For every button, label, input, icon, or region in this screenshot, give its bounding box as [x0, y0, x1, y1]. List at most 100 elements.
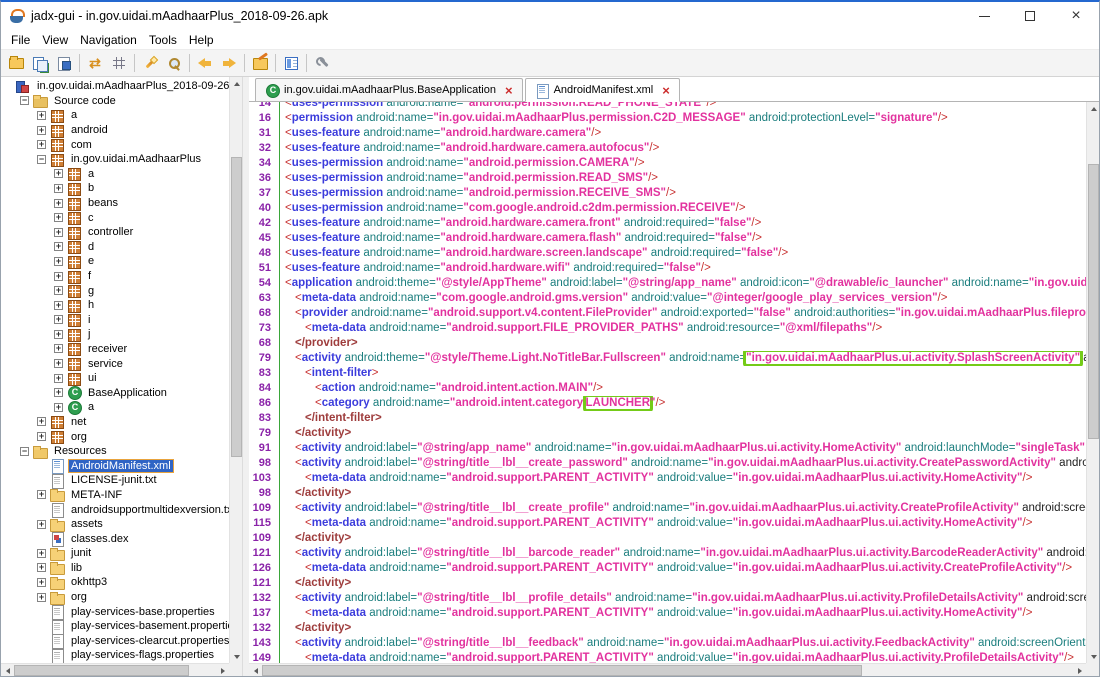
code-line[interactable]: 121</activity>: [249, 576, 1086, 591]
code-line[interactable]: 109<activity android:label="@string/titl…: [249, 501, 1086, 516]
code-viewport[interactable]: 14<uses-permission android:name="android…: [249, 102, 1086, 663]
tree-item-i[interactable]: +i: [1, 313, 229, 328]
tree-expander-expand-icon[interactable]: +: [37, 432, 46, 441]
scroll-down-arrow[interactable]: [230, 650, 243, 663]
tree-item-org[interactable]: +org: [1, 429, 229, 444]
code-line[interactable]: 83</intent-filter>: [249, 411, 1086, 426]
code-line[interactable]: 37<uses-permission android:name="android…: [249, 186, 1086, 201]
tree-expander-expand-icon[interactable]: +: [54, 228, 63, 237]
menu-item-navigation[interactable]: Navigation: [74, 31, 143, 49]
tree-item-com[interactable]: +com: [1, 137, 229, 152]
tree-item-d[interactable]: +d: [1, 240, 229, 255]
code-line[interactable]: 45<uses-feature android:name="android.ha…: [249, 231, 1086, 246]
tree-horizontal-scrollbar[interactable]: [1, 663, 229, 676]
tree-item-service[interactable]: +service: [1, 356, 229, 371]
menu-item-file[interactable]: File: [5, 31, 36, 49]
export-button[interactable]: [52, 52, 76, 75]
code-line[interactable]: 16<permission android:name="in.gov.uidai…: [249, 111, 1086, 126]
scrollbar-thumb[interactable]: [14, 665, 189, 676]
maximize-button[interactable]: [1007, 2, 1053, 30]
tree-item-okhttp3[interactable]: +okhttp3: [1, 575, 229, 590]
code-line[interactable]: 79<activity android:theme="@style/Theme.…: [249, 351, 1086, 366]
tab-in-gov-uidai-maadhaarplus-baseapplication[interactable]: in.gov.uidai.mAadhaarPlus.BaseApplicatio…: [255, 78, 523, 101]
code-line[interactable]: 73<meta-data android:name="android.suppo…: [249, 321, 1086, 336]
tree-expander-collapse-icon[interactable]: −: [20, 447, 29, 456]
code-line[interactable]: 79</activity>: [249, 426, 1086, 441]
tree-item-assets[interactable]: +assets: [1, 517, 229, 532]
scroll-up-arrow[interactable]: [1087, 102, 1100, 115]
tree-expander-collapse-icon[interactable]: −: [20, 96, 29, 105]
scroll-down-arrow[interactable]: [1087, 650, 1100, 663]
tree-expander-expand-icon[interactable]: +: [37, 578, 46, 587]
tree-item-beans[interactable]: +beans: [1, 196, 229, 211]
tree-item-c[interactable]: +c: [1, 210, 229, 225]
tree-item-androidsupportmultidexversion-txt[interactable]: androidsupportmultidexversion.txt: [1, 502, 229, 517]
tree-expander-expand-icon[interactable]: +: [54, 330, 63, 339]
tree-item-play-services-flags-properties[interactable]: play-services-flags.properties: [1, 648, 229, 663]
scrollbar-thumb[interactable]: [262, 665, 862, 676]
menu-item-tools[interactable]: Tools: [143, 31, 183, 49]
tree-item-play-services-clearcut-properties[interactable]: play-services-clearcut.properties: [1, 634, 229, 649]
tree-item-source-code[interactable]: −Source code: [1, 94, 229, 109]
code-line[interactable]: 83<intent-filter>: [249, 366, 1086, 381]
scroll-left-arrow[interactable]: [249, 664, 262, 677]
code-line[interactable]: 143<activity android:label="@string/titl…: [249, 636, 1086, 651]
code-line[interactable]: 149<meta-data android:name="android.supp…: [249, 651, 1086, 663]
tree-expander-expand-icon[interactable]: +: [54, 388, 63, 397]
editor-vertical-scrollbar[interactable]: [1086, 102, 1099, 663]
code-line[interactable]: 86<category android:name="android.intent…: [249, 396, 1086, 411]
tree-expander-expand-icon[interactable]: +: [54, 344, 63, 353]
code-line[interactable]: 132<activity android:label="@string/titl…: [249, 591, 1086, 606]
tree-item-net[interactable]: +net: [1, 415, 229, 430]
sync-button[interactable]: ⇄: [83, 52, 107, 75]
scroll-right-arrow[interactable]: [216, 664, 229, 676]
tree-expander-expand-icon[interactable]: +: [54, 286, 63, 295]
log-viewer-button[interactable]: [279, 52, 303, 75]
tree-item-lib[interactable]: +lib: [1, 561, 229, 576]
class-search-button[interactable]: [162, 52, 186, 75]
code-line[interactable]: 34<uses-permission android:name="android…: [249, 156, 1086, 171]
tree-item-a[interactable]: +a: [1, 167, 229, 182]
code-line[interactable]: 31<uses-feature android:name="android.ha…: [249, 126, 1086, 141]
tree-expander-expand-icon[interactable]: +: [54, 213, 63, 222]
tree-item-receiver[interactable]: +receiver: [1, 342, 229, 357]
code-line[interactable]: 132</activity>: [249, 621, 1086, 636]
code-line[interactable]: 84<action android:name="android.intent.a…: [249, 381, 1086, 396]
tree-vertical-scrollbar[interactable]: [229, 77, 242, 663]
tree-item-a[interactable]: +a: [1, 400, 229, 415]
code-line[interactable]: 68<provider android:name="android.suppor…: [249, 306, 1086, 321]
editor-horizontal-scrollbar[interactable]: [249, 663, 1086, 676]
tree-expander-expand-icon[interactable]: +: [54, 359, 63, 368]
code-line[interactable]: 103<meta-data android:name="android.supp…: [249, 471, 1086, 486]
tree-expander-collapse-icon[interactable]: −: [37, 155, 46, 164]
tree-item-meta-inf[interactable]: +META-INF: [1, 488, 229, 503]
tree-expander-expand-icon[interactable]: +: [37, 111, 46, 120]
tree-expander-expand-icon[interactable]: +: [54, 403, 63, 412]
tab-close-icon[interactable]: ×: [662, 84, 670, 97]
tree-item-h[interactable]: +h: [1, 298, 229, 313]
code-line[interactable]: 137<meta-data android:name="android.supp…: [249, 606, 1086, 621]
code-line[interactable]: 40<uses-permission android:name="com.goo…: [249, 201, 1086, 216]
code-line[interactable]: 121<activity android:label="@string/titl…: [249, 546, 1086, 561]
code-line[interactable]: 51<uses-feature android:name="android.ha…: [249, 261, 1086, 276]
scroll-up-arrow[interactable]: [230, 77, 243, 90]
tree-expander-expand-icon[interactable]: +: [37, 593, 46, 602]
tree-item-g[interactable]: +g: [1, 283, 229, 298]
tree-expander-expand-icon[interactable]: +: [54, 272, 63, 281]
tree-item-f[interactable]: +f: [1, 269, 229, 284]
code-line[interactable]: 126<meta-data android:name="android.supp…: [249, 561, 1086, 576]
tree-item-play-services-basement-properties[interactable]: play-services-basement.properties: [1, 619, 229, 634]
scrollbar-thumb[interactable]: [231, 157, 242, 457]
close-button[interactable]: ×: [1053, 2, 1099, 30]
tree-item-classes-dex[interactable]: classes.dex: [1, 531, 229, 546]
code-line[interactable]: 68</provider>: [249, 336, 1086, 351]
tree-item-in-gov-uidai-maadhaarplus-2018-09-26-apk[interactable]: in.gov.uidai.mAadhaarPlus_2018-09-26.apk: [1, 79, 229, 94]
code-line[interactable]: 42<uses-feature android:name="android.ha…: [249, 216, 1086, 231]
tree-expander-expand-icon[interactable]: +: [54, 242, 63, 251]
tree-item-play-services-base-properties[interactable]: play-services-base.properties: [1, 604, 229, 619]
code-line[interactable]: 36<uses-permission android:name="android…: [249, 171, 1086, 186]
tab-close-icon[interactable]: ×: [505, 84, 513, 97]
code-line[interactable]: 109</activity>: [249, 531, 1086, 546]
scroll-right-arrow[interactable]: [1073, 664, 1086, 677]
menu-item-view[interactable]: View: [36, 31, 74, 49]
